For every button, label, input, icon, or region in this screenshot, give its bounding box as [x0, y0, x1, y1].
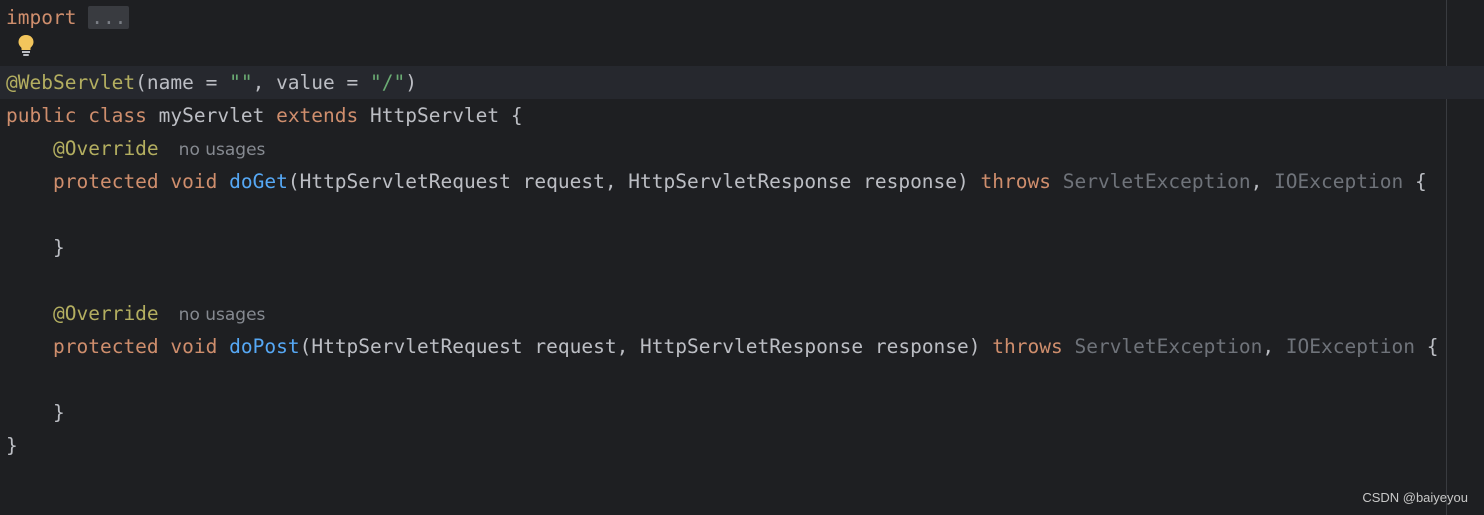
code-line-override-2[interactable]: @Override no usages: [0, 297, 1446, 330]
method-name: doPost: [229, 335, 300, 358]
throws-keyword: throws: [992, 335, 1063, 358]
open-brace: {: [510, 104, 523, 127]
void-keyword: void: [170, 335, 218, 358]
code-line-close-doget[interactable]: }: [0, 231, 1446, 264]
class-name: myServlet: [158, 104, 265, 127]
value-value: "/": [370, 71, 406, 94]
code-line-doget[interactable]: protected void doGet(HttpServletRequest …: [0, 165, 1446, 198]
value-attr: value: [276, 71, 335, 94]
equals-sign: =: [334, 71, 370, 94]
comma: ,: [1262, 335, 1286, 358]
paren-close: ): [405, 71, 417, 94]
paren-open: (: [135, 71, 147, 94]
equals-sign: =: [193, 71, 230, 94]
code-editor[interactable]: import ... @WebServlet(name = "", value …: [0, 0, 1484, 515]
method-params: (HttpServletRequest request, HttpServlet…: [299, 335, 981, 358]
name-value: "": [229, 71, 253, 94]
code-line-import[interactable]: import ...: [0, 1, 1446, 34]
name-attr: name: [146, 71, 194, 94]
throws-keyword: throws: [980, 170, 1051, 193]
webservlet-annotation: @WebServlet: [6, 71, 136, 94]
close-brace: }: [53, 236, 65, 259]
override-annotation: @Override: [53, 137, 159, 160]
comma: ,: [252, 71, 277, 94]
comma: ,: [1250, 170, 1275, 193]
close-brace: }: [53, 401, 65, 424]
public-keyword: public: [6, 104, 77, 127]
protected-keyword: protected: [53, 170, 159, 193]
open-brace: {: [1426, 335, 1439, 358]
usages-hint[interactable]: no usages: [179, 305, 266, 325]
method-params: (HttpServletRequest request, HttpServlet…: [287, 170, 969, 193]
exception-type: ServletException: [1074, 335, 1263, 358]
lightbulb-icon[interactable]: [15, 33, 37, 57]
method-name: doGet: [229, 170, 288, 193]
watermark: CSDN @baiyeyou: [1362, 490, 1468, 505]
code-line-webservlet[interactable]: @WebServlet(name = "", value = "/"): [0, 66, 1484, 99]
override-annotation: @Override: [53, 302, 159, 325]
class-keyword: class: [88, 104, 147, 127]
code-line-class-decl[interactable]: public class myServlet extends HttpServl…: [0, 99, 1446, 132]
close-brace: }: [6, 434, 18, 457]
code-line-close-dopost[interactable]: }: [0, 396, 1446, 429]
open-brace: {: [1414, 170, 1427, 193]
exception-type: ServletException: [1062, 170, 1251, 193]
extends-keyword: extends: [276, 104, 359, 127]
import-keyword: import: [6, 6, 77, 29]
exception-type: IOException: [1285, 335, 1415, 358]
code-line-dopost[interactable]: protected void doPost(HttpServletRequest…: [0, 330, 1446, 363]
void-keyword: void: [170, 170, 218, 193]
code-line-close-class[interactable]: }: [0, 429, 1446, 462]
usages-hint[interactable]: no usages: [179, 140, 266, 160]
protected-keyword: protected: [53, 335, 159, 358]
code-line-override-1[interactable]: @Override no usages: [0, 132, 1446, 165]
folded-imports[interactable]: ...: [88, 6, 130, 29]
exception-type: IOException: [1274, 170, 1404, 193]
parent-class: HttpServlet: [370, 104, 500, 127]
